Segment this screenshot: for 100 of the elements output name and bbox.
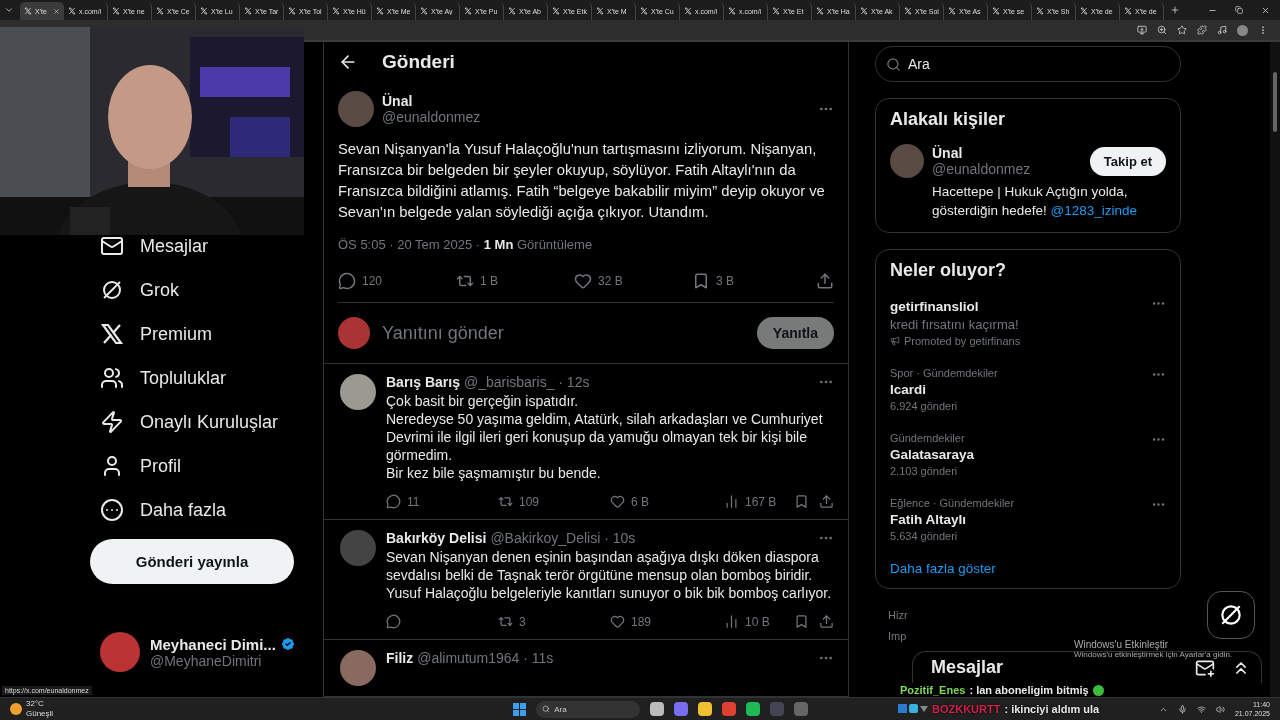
reply-text: Sevan Nişanyan denen eşinin başından aşağıya dışkı döken diaspora sevdalısı belki de Taşnak terör örgütüne mensup olan bomboş biridir. Yusuf Halaçoğlu belgeleriyle kanıtları sunuyor o bik bik bomboş carlıyor. <box>386 548 833 602</box>
grok-button[interactable] <box>1207 591 1255 639</box>
microphone-icon[interactable] <box>1177 704 1187 714</box>
search-field[interactable]: Ara <box>875 46 1181 82</box>
more-icon <box>100 498 124 522</box>
close-icon <box>53 7 60 15</box>
heart-icon <box>610 494 625 509</box>
taskbar-search[interactable]: Ara <box>536 700 641 718</box>
browser-icon[interactable] <box>722 702 737 716</box>
zoom-icon[interactable] <box>1157 25 1167 35</box>
trend-count: 6.924 gönderi <box>890 400 959 412</box>
new-tab-icon[interactable] <box>1170 5 1180 15</box>
nav-item[interactable]: Mesajlar <box>90 233 219 259</box>
nav-item[interactable]: Premium <box>90 321 222 347</box>
avatar <box>340 530 376 566</box>
show-more-link[interactable]: Daha fazla göster <box>890 561 1166 576</box>
trend-item[interactable]: Gündemdekiler Galatasaraya 2.103 gönderi <box>890 425 1166 484</box>
x-logo-icon <box>100 322 124 346</box>
author-name: Filiz <box>386 650 414 666</box>
follow-button[interactable]: Takip et <box>1089 146 1166 176</box>
nav-item[interactable]: Topluluklar <box>90 365 237 391</box>
network-icon[interactable] <box>1196 704 1206 714</box>
like-count[interactable]: 189 <box>610 614 714 629</box>
author-handle: @_barisbaris_ · 12s <box>463 374 591 390</box>
x-logo-icon <box>376 7 384 15</box>
nav-item[interactable]: Daha fazla <box>90 497 237 523</box>
start-icon[interactable] <box>513 702 527 716</box>
install-icon[interactable] <box>1137 25 1147 35</box>
x-logo-icon <box>1124 7 1132 15</box>
chat-username: BOZKKURTT <box>932 703 1001 715</box>
search-icon <box>542 705 551 713</box>
trend-title: getirfinansliol <box>890 299 980 314</box>
temperature: 32°C <box>26 699 45 709</box>
like-count[interactable]: 32 B <box>574 272 692 290</box>
repost-count[interactable]: 3 <box>498 614 600 629</box>
app-icon[interactable] <box>794 702 809 716</box>
copilot-icon[interactable] <box>674 702 689 716</box>
heart-icon <box>574 272 592 290</box>
trend-title: Icardi <box>890 382 928 397</box>
repost-count[interactable]: 109 <box>498 494 600 509</box>
bookmark-icon <box>692 272 710 290</box>
close-icon[interactable] <box>1261 5 1270 15</box>
x-logo-icon <box>200 7 208 15</box>
avatar <box>340 374 376 410</box>
nav-item[interactable]: Grok <box>90 277 189 303</box>
promoted-note: Promoted by getirfinans <box>904 335 1021 347</box>
profile-avatar[interactable] <box>1237 24 1248 36</box>
task-view-icon[interactable] <box>650 702 665 716</box>
folder-icon[interactable] <box>698 702 713 716</box>
extension-icon[interactable] <box>1197 25 1207 35</box>
reply-text: Çok basit bir gerçeğin ispatıdır. Neredeyse 50 yaşıma geldim, Atatürk, silah arkadaşları ve Cumhuriyet Devrimi ile ilgil ileri geri konuşup da yamuğu olmayan tek bir kişi bile görmedim. Bir kez bile şaşmamıştır bu bende. <box>386 392 824 482</box>
trend-item[interactable]: getirfinansliol kredi fırsatını kaçırma! Promoted by getirfinans <box>890 289 1166 354</box>
share-icon[interactable] <box>819 494 834 509</box>
author-handle: @alimutum1964 · 11s <box>417 650 555 666</box>
star-icon[interactable] <box>1177 25 1187 35</box>
x-logo-icon <box>464 7 472 15</box>
slashed-circle-icon <box>100 278 124 302</box>
weather-icon[interactable] <box>10 703 22 715</box>
post-button[interactable]: Gönderi yayınla <box>90 539 294 584</box>
scrollbar-thumb[interactable] <box>1273 72 1277 132</box>
people-icon <box>100 366 124 390</box>
avatar <box>338 91 374 127</box>
chat-username: Pozitif_Enes <box>900 684 966 696</box>
card-title: Neler oluyor? <box>890 260 1008 281</box>
x-logo-icon <box>772 7 780 15</box>
like-count[interactable]: 6 B <box>610 494 714 509</box>
trend-count: 2.103 gönderi <box>890 465 959 477</box>
nav-item[interactable]: Profil <box>90 453 191 479</box>
view-count[interactable]: 10 B <box>724 614 784 629</box>
post-text: Sevan Nişanyan'la Yusuf Halaçoğlu'nun tartışmasını izliyorum. Nişanyan, Fransızca bir belgeden bir şeyler okuyup, söylüyor. Fatih Altaylı'nın da Fransızca bildiğini atlamış. Fatih “belgeye bakabilir miyim” deyip okuyor ve Sevan'ın belgede yalan söylediği açığa çıkıyor. Utandım. <box>338 140 826 222</box>
repost-count[interactable]: 1 B <box>456 272 574 290</box>
music-app-icon[interactable] <box>746 702 761 716</box>
media-icon[interactable] <box>1217 25 1227 35</box>
share-icon[interactable] <box>816 272 834 290</box>
bookmark-icon[interactable] <box>794 614 809 629</box>
x-logo-icon <box>596 7 604 15</box>
view-count[interactable]: 167 B <box>724 494 784 509</box>
heart-icon <box>610 614 625 629</box>
x-logo-icon <box>1080 7 1088 15</box>
slashed-circle-icon <box>1218 602 1244 628</box>
promoted-icon <box>890 336 900 346</box>
trend-item[interactable]: Spor · Gündemdekiler Icardi 6.924 gönderi <box>890 360 1166 419</box>
avatar <box>890 144 924 178</box>
chat-message: : ikinciyi aldım ula <box>1004 703 1100 715</box>
trend-item[interactable]: Eğlence · Gündemdekiler Fatih Altaylı 5.634 gönderi <box>890 490 1166 549</box>
footer-link[interactable]: Hizr <box>888 609 1181 621</box>
reply-count[interactable]: 11 <box>386 494 488 509</box>
share-icon[interactable] <box>819 614 834 629</box>
bar-chart-icon <box>724 614 739 629</box>
avatar <box>100 632 140 672</box>
volume-icon[interactable] <box>1215 704 1225 714</box>
nav-item[interactable]: Onaylı Kuruluşlar <box>90 409 289 435</box>
bookmark-icon[interactable] <box>794 494 809 509</box>
reply-count[interactable]: 120 <box>338 272 456 290</box>
mention-link[interactable]: @1283_izinde <box>1050 203 1138 218</box>
search-icon <box>886 57 901 72</box>
trend-count: 5.634 gönderi <box>890 530 959 542</box>
restore-icon[interactable] <box>1235 5 1243 14</box>
trend-title: Galatasaraya <box>890 447 976 462</box>
bookmark-count[interactable]: 3 B <box>692 272 816 290</box>
